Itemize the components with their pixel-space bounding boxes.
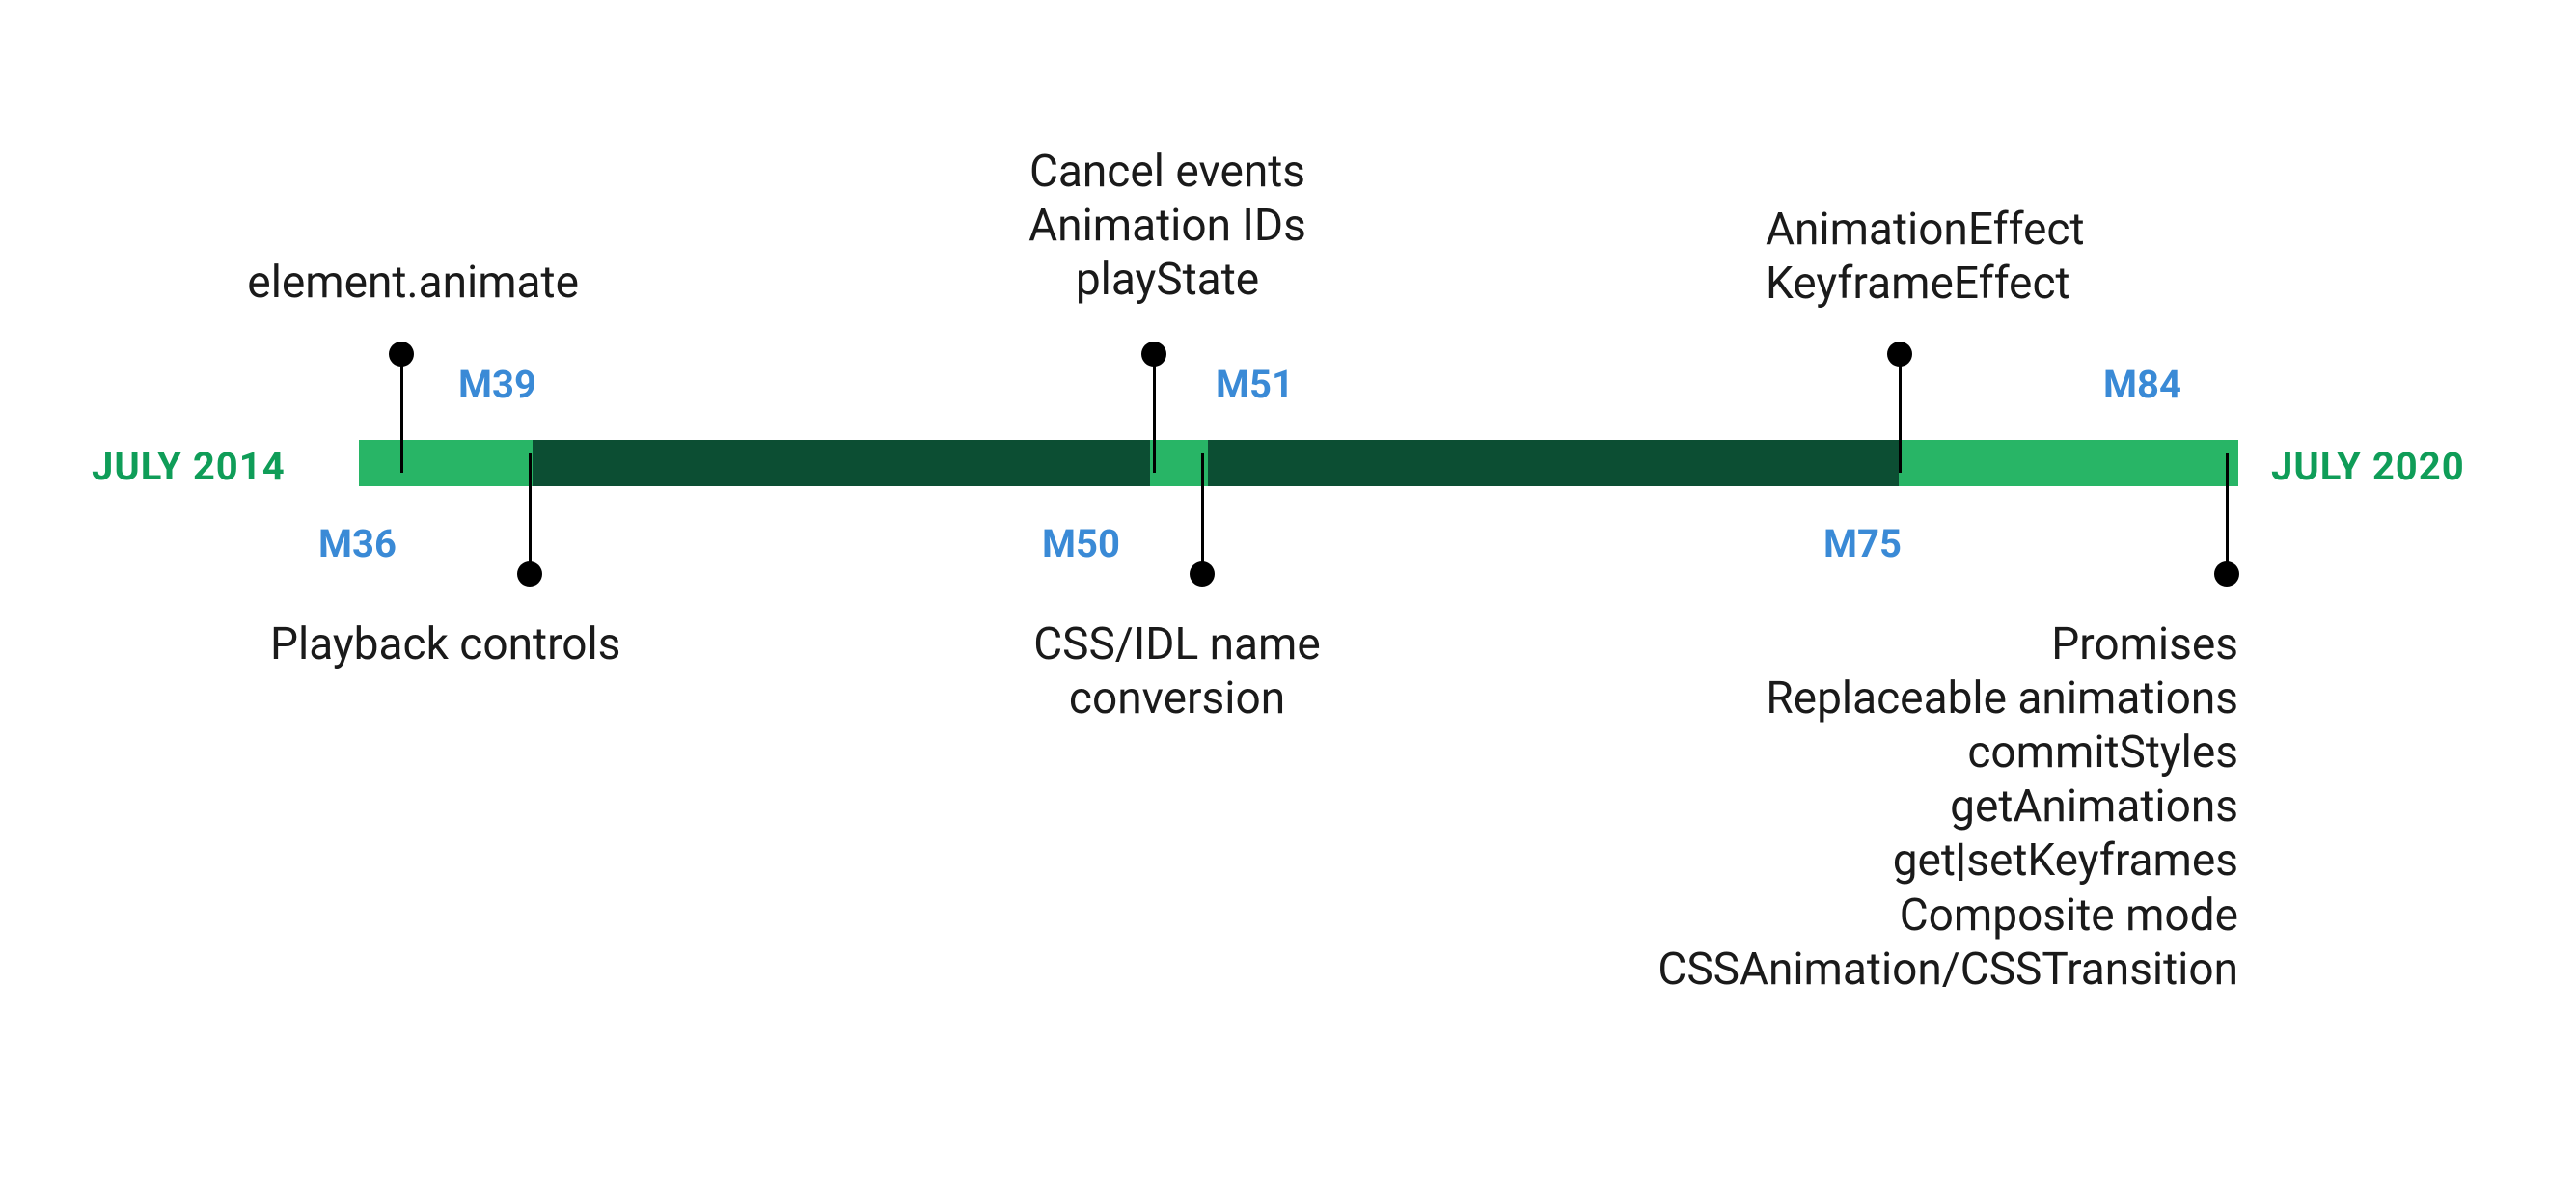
dot-m50 — [1190, 561, 1215, 587]
event-line: get|setKeyframes — [1893, 835, 2238, 887]
event-line: Animation IDs — [1028, 200, 1306, 252]
dot-m39 — [517, 561, 542, 587]
milestone-m75: M75 — [1823, 521, 1902, 566]
event-m50-text: CSS/IDL name conversion — [936, 617, 1418, 725]
dot-m75 — [1887, 342, 1912, 367]
event-line: KeyframeEffect — [1766, 258, 2070, 310]
timeline-bar-seg4 — [1208, 440, 1899, 486]
stem-m39 — [529, 453, 532, 573]
milestone-m39: M39 — [458, 362, 536, 407]
event-m75-text: AnimationEffect KeyframeEffect — [1766, 203, 2085, 311]
dot-m51 — [1141, 342, 1166, 367]
stem-m36 — [400, 353, 403, 473]
milestone-m50: M50 — [1042, 521, 1120, 566]
event-line: Cancel events — [1029, 146, 1305, 198]
milestone-m84: M84 — [2103, 362, 2181, 407]
event-line: getAnimations — [1950, 780, 2238, 833]
event-m39-text: Playback controls — [270, 617, 620, 671]
stem-m50 — [1201, 453, 1204, 573]
timeline-bar-seg1 — [359, 440, 533, 486]
event-line: AnimationEffect — [1766, 204, 2085, 256]
event-line: commitStyles — [1967, 726, 2238, 779]
event-m84-text: Promises Replaceable animations commitSt… — [1563, 617, 2238, 997]
timeline-end-date: JULY 2020 — [2271, 444, 2465, 489]
event-line: Replaceable animations — [1766, 672, 2238, 725]
timeline-bar-seg3 — [1150, 440, 1208, 486]
event-line: CSS/IDL name — [1033, 618, 1321, 670]
stem-m75 — [1899, 353, 1902, 473]
timeline-bar-seg5 — [1899, 440, 2238, 486]
stem-m84 — [2226, 453, 2229, 573]
event-line: Promises — [2051, 618, 2238, 670]
timeline-start-date: JULY 2014 — [92, 444, 286, 489]
event-line: Playback controls — [270, 618, 620, 670]
event-line: element.animate — [247, 257, 579, 309]
timeline-diagram: JULY 2014 JULY 2020 M36 element.animate … — [0, 0, 2576, 1204]
event-m36-text: element.animate — [96, 256, 579, 310]
dot-m84 — [2214, 561, 2239, 587]
milestone-m51: M51 — [1216, 362, 1294, 407]
event-m51-text: Cancel events Animation IDs playState — [926, 145, 1409, 307]
event-line: CSSAnimation/CSSTransition — [1658, 944, 2238, 996]
timeline-bar-seg2 — [533, 440, 1150, 486]
event-line: conversion — [1069, 672, 1285, 725]
dot-m36 — [389, 342, 414, 367]
stem-m51 — [1153, 353, 1156, 473]
event-line: Composite mode — [1900, 889, 2238, 942]
milestone-m36: M36 — [318, 521, 397, 566]
event-line: playState — [1076, 254, 1259, 306]
